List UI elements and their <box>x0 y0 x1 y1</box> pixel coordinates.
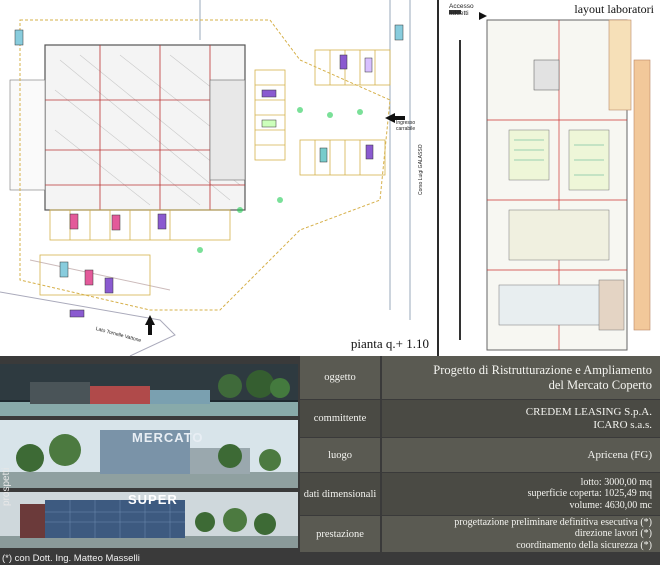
row-value: Progetto di Ristrutturazione e Ampliamen… <box>382 356 660 399</box>
entrance-label: Ingresso carrabile <box>396 120 416 132</box>
site-plan-panel: Corso Luigi GALASSO Lato Tornelle Vatton… <box>0 0 437 356</box>
table-row: committente CREDEM LEASING S.p.A. ICARO … <box>300 400 660 437</box>
row-label: committente <box>300 400 380 437</box>
project-info-section: MERCATO SUPER prospetti oggetto Progetto… <box>0 356 660 565</box>
row-value: lotto: 3000,00 mq superficie coperta: 10… <box>382 473 660 515</box>
prospetti-label: prospetti <box>1 467 12 506</box>
accesso-addetti-label: Accesso addetti <box>449 3 474 17</box>
sign-mercato: MERCATO <box>132 430 204 445</box>
row-label: prestazione <box>300 516 380 552</box>
lab-title: layout laboratori <box>574 2 654 16</box>
sign-super: SUPER <box>128 492 178 507</box>
plan-title: pianta q.+ 1.10 <box>350 336 429 351</box>
table-row: luogo Apricena (FG) <box>300 438 660 472</box>
lab-layout-drawing <box>449 10 651 351</box>
table-row: dati dimensionali lotto: 3000,00 mq supe… <box>300 473 660 515</box>
row-label: luogo <box>300 438 380 472</box>
row-value: progettazione preliminare definitiva ese… <box>382 516 660 552</box>
elevation-3: SUPER <box>0 492 298 548</box>
footnote: (*) con Dott. Ing. Matteo Masselli <box>2 553 140 564</box>
elevation-1 <box>0 364 298 416</box>
elevation-2: MERCATO <box>0 420 298 488</box>
row-label: dati dimensionali <box>300 473 380 515</box>
row-value: Apricena (FG) <box>382 438 660 472</box>
table-row: oggetto Progetto di Ristrutturazione e A… <box>300 356 660 399</box>
row-value: CREDEM LEASING S.p.A. ICARO s.a.s. <box>382 400 660 437</box>
row-label: oggetto <box>300 356 380 399</box>
project-info-table: oggetto Progetto di Ristrutturazione e A… <box>300 356 660 552</box>
site-plan-drawing <box>0 0 411 356</box>
table-row: prestazione progettazione preliminare de… <box>300 516 660 552</box>
lab-layout-panel: Accesso addetti layout laboratori <box>439 0 660 356</box>
street-label-corso: Corso Luigi GALASSO <box>418 144 424 195</box>
elevations-strip: MERCATO SUPER prospetti <box>0 356 298 565</box>
